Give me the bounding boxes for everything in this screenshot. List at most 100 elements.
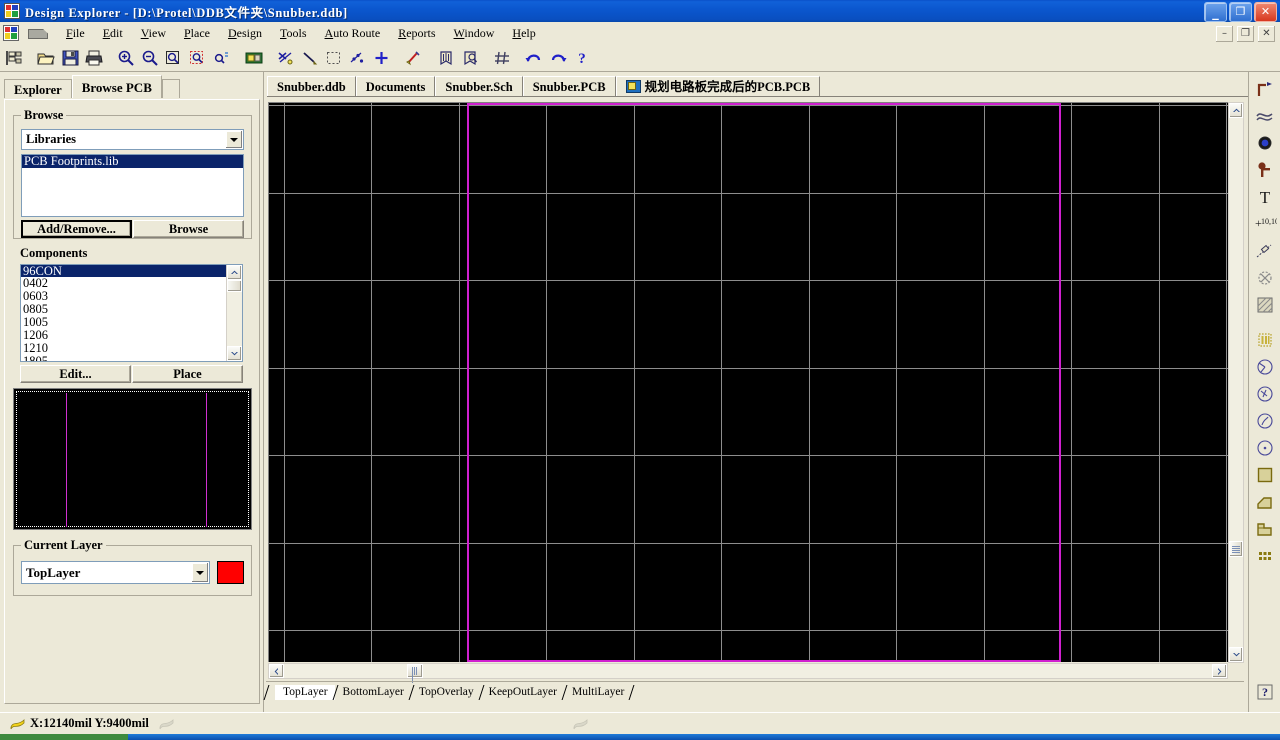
save-icon[interactable] <box>58 46 82 70</box>
place-fill-icon[interactable] <box>1252 462 1278 488</box>
place-room-icon[interactable] <box>1252 516 1278 542</box>
mdi-minimize-button[interactable]: – <box>1215 25 1234 43</box>
place-component-button[interactable]: Place <box>132 365 243 383</box>
layer-tab-toplayer[interactable]: TopLayer <box>275 684 338 700</box>
app-small-icon[interactable] <box>3 25 19 41</box>
zoom-selected-icon[interactable] <box>210 46 234 70</box>
undo-icon[interactable] <box>522 46 546 70</box>
zoom-document-icon[interactable] <box>162 46 186 70</box>
canvas-hscrollbar[interactable] <box>268 663 1228 683</box>
scroll-right-button[interactable] <box>1212 664 1227 678</box>
canvas-vscrollbar[interactable] <box>1228 102 1244 663</box>
hscroll-thumb[interactable] <box>407 664 423 683</box>
clear-filter-icon[interactable] <box>402 46 426 70</box>
scroll-left-button[interactable] <box>269 664 284 678</box>
menu-design[interactable]: Design <box>219 24 271 43</box>
layer-tab-bottomlayer[interactable]: BottomLayer <box>335 684 415 700</box>
layer-tab-multilayer[interactable]: MultiLayer <box>564 684 635 700</box>
scroll-down-button[interactable] <box>1229 647 1243 662</box>
vscroll-thumb[interactable] <box>1229 541 1243 557</box>
browse-library-icon[interactable] <box>458 46 482 70</box>
tab-snubber-sch[interactable]: Snubber.Sch <box>435 76 523 97</box>
deselect-all-icon[interactable] <box>346 46 370 70</box>
list-item[interactable]: 1805 <box>21 355 227 362</box>
list-item[interactable]: PCB Footprints.lib <box>22 155 243 168</box>
minimize-button[interactable]: _ <box>1204 2 1227 22</box>
place-via-icon[interactable] <box>1252 157 1278 183</box>
move-icon[interactable] <box>370 46 394 70</box>
tab-overflow[interactable] <box>161 79 180 98</box>
scroll-up-button[interactable] <box>227 265 242 280</box>
place-coordinate-icon[interactable]: + 10,10 <box>1252 211 1278 237</box>
scroll-thumb[interactable] <box>227 280 242 292</box>
list-item[interactable]: 1005 <box>21 316 227 329</box>
place-arc-center-icon[interactable] <box>1252 354 1278 380</box>
context-help-icon[interactable]: ? <box>1252 679 1278 705</box>
menu-file[interactable]: File <box>57 24 94 43</box>
list-item[interactable]: 0805 <box>21 303 227 316</box>
menu-edit[interactable]: Edit <box>94 24 132 43</box>
layer-color-swatch[interactable] <box>217 561 244 584</box>
tab-documents[interactable]: Documents <box>355 76 436 97</box>
print-icon[interactable] <box>82 46 106 70</box>
list-item[interactable]: 0402 <box>21 277 227 290</box>
zoom-out-icon[interactable] <box>138 46 162 70</box>
tab-planned-pcb[interactable]: 规划电路板完成后的PCB.PCB <box>615 76 821 97</box>
components-scrollbar[interactable] <box>226 265 242 361</box>
browse-type-dropdown[interactable]: Libraries <box>21 129 244 150</box>
tab-browse-pcb[interactable]: Browse PCB <box>71 75 162 98</box>
menu-window[interactable]: Window <box>445 24 504 43</box>
grid-icon[interactable] <box>490 46 514 70</box>
menu-help[interactable]: Help <box>503 24 544 43</box>
edit-component-button[interactable]: Edit... <box>20 365 131 383</box>
measure-icon[interactable] <box>298 46 322 70</box>
tab-snubber-ddb[interactable]: Snubber.ddb <box>267 76 356 97</box>
redo-icon[interactable] <box>546 46 570 70</box>
menu-reports[interactable]: Reports <box>389 24 444 43</box>
scroll-up-button[interactable] <box>1229 103 1243 118</box>
mdi-restore-button[interactable]: ❐ <box>1236 25 1255 43</box>
place-pad-icon[interactable] <box>1252 130 1278 156</box>
list-item[interactable]: 96CON <box>21 265 227 277</box>
mdi-close-button[interactable]: ✕ <box>1257 25 1276 43</box>
place-arc-any-icon[interactable] <box>1252 408 1278 434</box>
zoom-in-icon[interactable] <box>114 46 138 70</box>
paste-component-icon[interactable] <box>242 46 266 70</box>
list-item[interactable]: 1206 <box>21 329 227 342</box>
layer-tab-topoverlay[interactable]: TopOverlay <box>411 684 485 700</box>
menu-tools[interactable]: Tools <box>271 24 316 43</box>
tab-explorer[interactable]: Explorer <box>4 79 72 98</box>
zoom-area-icon[interactable] <box>186 46 210 70</box>
place-track-icon[interactable] <box>1252 76 1278 102</box>
list-item[interactable]: 0603 <box>21 290 227 303</box>
current-layer-dropdown[interactable]: TopLayer <box>21 561 210 584</box>
chevron-down-icon[interactable] <box>192 563 208 582</box>
cut-wire-icon[interactable] <box>274 46 298 70</box>
place-polygon-plane-icon[interactable] <box>1252 292 1278 318</box>
tab-snubber-pcb[interactable]: Snubber.PCB <box>522 76 616 97</box>
place-arc-edge-icon[interactable] <box>1252 103 1278 129</box>
place-split-plane-icon[interactable] <box>1252 489 1278 515</box>
place-hole-icon[interactable] <box>1252 265 1278 291</box>
place-full-circle-icon[interactable] <box>1252 435 1278 461</box>
add-remove-button[interactable]: Add/Remove... <box>21 220 132 238</box>
place-string-icon[interactable]: T <box>1252 184 1278 210</box>
library-listbox[interactable]: PCB Footprints.lib <box>21 154 244 217</box>
place-component-icon[interactable] <box>1252 327 1278 353</box>
list-item[interactable]: 1210 <box>21 342 227 355</box>
browse-components-icon[interactable] <box>434 46 458 70</box>
components-listbox[interactable]: 96CON 0402 0603 0805 1005 1206 1210 1805 <box>20 264 243 362</box>
place-dimension-icon[interactable] <box>1252 238 1278 264</box>
help-icon[interactable]: ? <box>570 46 594 70</box>
component-preview[interactable] <box>13 388 252 530</box>
menu-auto-route[interactable]: Auto Route <box>316 24 390 43</box>
layer-tab-keepoutlayer[interactable]: KeepOutLayer <box>481 684 568 700</box>
menu-place[interactable]: Place <box>175 24 219 43</box>
scroll-down-button[interactable] <box>227 346 242 361</box>
chevron-down-icon[interactable] <box>226 131 242 148</box>
document-icon[interactable] <box>27 26 49 40</box>
close-button[interactable]: ✕ <box>1254 2 1277 22</box>
document-tree-icon[interactable] <box>2 46 26 70</box>
menu-view[interactable]: View <box>132 24 175 43</box>
pcb-canvas[interactable] <box>268 102 1228 662</box>
